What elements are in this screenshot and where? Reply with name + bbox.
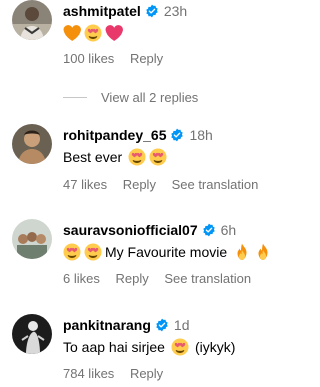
comment-text-body: Best ever [63,149,123,165]
heart-eyes-emoji-icon [84,24,102,42]
likes-count[interactable]: 47 likes [63,177,107,192]
heart-eyes-emoji-icon [171,338,189,356]
pink-heart-emoji-icon [105,24,123,42]
avatar[interactable] [12,314,52,354]
username[interactable]: sauravsoniofficial07 [63,222,198,238]
fire-emoji-icon [233,243,251,261]
likes-count[interactable]: 6 likes [63,271,100,286]
verified-badge-icon [170,128,184,142]
verified-badge-icon [145,4,159,18]
replies-divider [63,96,87,98]
reply-button[interactable]: Reply [115,271,148,286]
orange-heart-emoji-icon [63,24,81,42]
heart-eyes-emoji-icon [128,148,146,166]
comment-time: 6h [220,222,237,238]
verified-badge-icon [155,318,169,332]
avatar[interactable] [12,0,52,40]
heart-eyes-emoji-icon [84,243,102,261]
comment-text-body: My Favourite movie [105,244,228,260]
username[interactable]: rohitpandey_65 [63,127,166,143]
verified-badge-icon [202,223,216,237]
reply-button[interactable]: Reply [123,177,156,192]
reply-button[interactable]: Reply [130,51,163,66]
username[interactable]: pankitnarang [63,317,151,333]
see-translation-button[interactable]: See translation [164,271,251,286]
view-replies-button[interactable]: View all 2 replies [63,89,198,105]
avatar[interactable] [12,124,52,164]
comment-text [63,22,303,44]
comment-text: My Favourite movie [63,241,303,263]
likes-count[interactable]: 784 likes [63,366,114,381]
view-replies-label: View all 2 replies [101,89,199,105]
see-translation-button[interactable]: See translation [172,177,259,192]
reply-button[interactable]: Reply [130,366,163,381]
heart-eyes-emoji-icon [149,148,167,166]
username[interactable]: ashmitpatel [63,3,141,19]
comment-text-suffix: (iykyk) [194,339,236,355]
fire-emoji-icon [254,243,272,261]
likes-count[interactable]: 100 likes [63,51,114,66]
comment-time: 18h [189,127,213,143]
comment-time: 23h [163,3,188,19]
avatar[interactable] [12,219,52,259]
comment-text: To aap hai sirjee (iykyk) [63,336,303,358]
heart-eyes-emoji-icon [63,243,81,261]
comment-text: Best ever [63,146,303,168]
comment-time: 1d [173,317,190,333]
comment-text-body: To aap hai sirjee [63,339,165,355]
